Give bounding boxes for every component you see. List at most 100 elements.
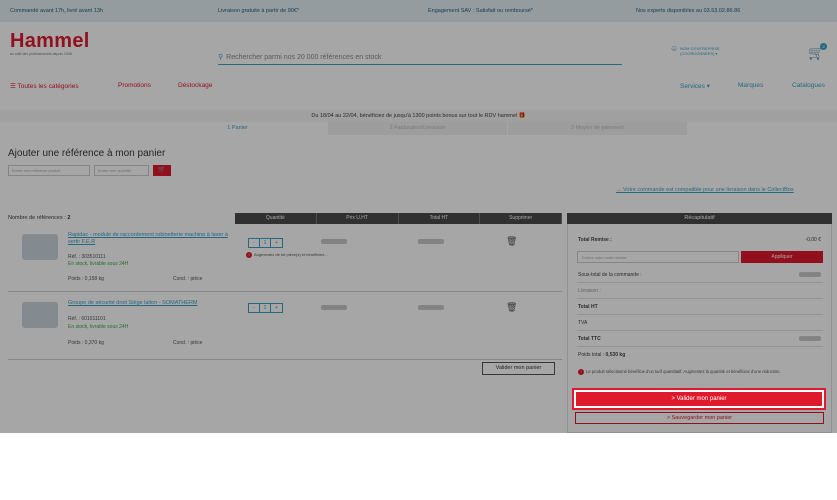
- divider: [577, 346, 823, 347]
- experts-info[interactable]: Nos experts disponibles au 03.53.02.86.8…: [636, 8, 740, 14]
- nav-all-categories[interactable]: ☰ Toutes les catégories: [10, 82, 79, 90]
- collectbox-link[interactable]: → Votre commande est compatible pour une…: [616, 187, 794, 193]
- warning-icon: !: [246, 252, 252, 258]
- product-cond: Cond. : pièce: [173, 276, 203, 282]
- unit-price-hidden: [321, 305, 347, 310]
- unit-price-hidden: [321, 239, 347, 244]
- nav-promotions[interactable]: Promotions: [118, 82, 151, 89]
- product-image[interactable]: [22, 234, 58, 260]
- divider: [577, 330, 823, 331]
- quantity-warning-text: Augmentez de ## pièce(s) et bénéficiez..…: [254, 252, 328, 257]
- search-input[interactable]: ⚲ Rechercher parmi nos 20 000 références…: [218, 45, 622, 65]
- minus-button[interactable]: -: [249, 239, 260, 247]
- divider: [577, 314, 823, 315]
- logo-tagline: au côté des professionnels depuis 1948: [10, 52, 72, 56]
- divider: [577, 282, 823, 283]
- summary-warning-text: Le produit sélectionné bénéficie d'un ta…: [586, 369, 781, 374]
- account-menu[interactable]: ☺ NOM D'ENTREPRISE (COORDONNÉES) ▾: [670, 45, 720, 57]
- delivery-label: Livraison :: [578, 288, 601, 294]
- reference-input[interactable]: Entrez une référence produit: [8, 165, 90, 176]
- quantity-value[interactable]: 1: [260, 239, 271, 247]
- product-cond: Cond. : pièce: [173, 340, 203, 346]
- cart-row: Groupe de sécurité droit Siège laiton - …: [8, 294, 562, 360]
- step-billing: 2 Facturation/Livraison: [328, 122, 508, 135]
- col-total: Total HT: [399, 213, 481, 224]
- product-stock: En stock, livrable sous 24H: [68, 324, 129, 330]
- nav-marques[interactable]: Marques: [738, 82, 763, 89]
- col-quantity: Quantité: [235, 213, 317, 224]
- total-hidden: [418, 305, 444, 310]
- sav-info: Engagement SAV : Satisfait ou remboursé*: [428, 8, 534, 14]
- quantity-value[interactable]: 1: [260, 304, 271, 312]
- cart-count-badge: 2: [820, 43, 828, 50]
- subtotal-hidden: [799, 272, 821, 277]
- promo-code-input[interactable]: Entrez votre code remise: [577, 251, 739, 263]
- total-hidden: [418, 239, 444, 244]
- reference-count-value: 2: [67, 215, 71, 221]
- reference-count: Nombre de références : 2: [8, 215, 70, 221]
- save-cart-button[interactable]: > Sauvegarder mon panier: [575, 412, 824, 424]
- nav-catalogues[interactable]: Catalogues: [792, 82, 825, 89]
- reference-count-label: Nombre de références :: [8, 215, 66, 221]
- product-weight: Poids : 0,158 kg: [68, 276, 104, 282]
- tva-label: TVA: [578, 320, 588, 326]
- product-name[interactable]: Groupe de sécurité droit Siège laiton - …: [68, 300, 228, 307]
- total-ht-label: Total HT: [578, 304, 598, 310]
- product-weight: Poids : 0,370 kg: [68, 340, 104, 346]
- summary-header: Récapitulatif: [567, 213, 832, 224]
- plus-button[interactable]: +: [271, 304, 282, 312]
- total-weight: Poids total : 0,530 kg: [578, 352, 625, 358]
- validate-cart-button[interactable]: > Valider mon panier: [572, 388, 826, 410]
- plus-button[interactable]: +: [271, 239, 282, 247]
- quantity-warning: ! Augmentez de ## pièce(s) et bénéficiez.…: [246, 252, 328, 258]
- step-cart: 1 Panier: [148, 122, 328, 135]
- trash-icon[interactable]: 🗑: [506, 236, 517, 247]
- total-ttc-hidden: [799, 336, 821, 341]
- subtotal-label: Sous-total de la commande :: [578, 272, 642, 278]
- warning-icon: !: [578, 369, 584, 375]
- blank-area: [0, 433, 837, 500]
- shipping-info: Livraison gratuite à partir de 90€*: [218, 8, 300, 14]
- validate-cart-small-button[interactable]: Valider mon panier: [482, 362, 555, 375]
- product-image[interactable]: [22, 302, 58, 328]
- cart-button[interactable]: 🛒 2: [808, 43, 828, 61]
- total-weight-value: 0,530 kg: [605, 352, 626, 358]
- search-placeholder: Rechercher parmi nos 20 000 références e…: [226, 54, 382, 61]
- cart-table-header: Quantité Prix U.HT Total HT Supprimer: [235, 213, 562, 224]
- product-name[interactable]: Rapidac - module de raccordement robinet…: [68, 232, 228, 246]
- trash-icon[interactable]: 🗑: [506, 302, 517, 313]
- cart-row: Rapidac - module de raccordement robinet…: [8, 226, 562, 292]
- total-weight-label: Poids total :: [578, 352, 605, 358]
- quantity-stepper[interactable]: - 1 +: [248, 238, 283, 248]
- quantity-stepper[interactable]: - 1 +: [248, 303, 283, 313]
- total-ttc-label: Total TTC: [578, 336, 601, 342]
- promo-banner[interactable]: Du 18/04 au 22/04, bénéficiez de jusqu'à…: [0, 110, 837, 122]
- add-to-cart-button[interactable]: 🛒: [153, 165, 171, 176]
- nav-services[interactable]: Services ▾: [680, 82, 710, 90]
- quantity-input[interactable]: Entrez une quantité: [94, 165, 149, 176]
- minus-button[interactable]: -: [249, 304, 260, 312]
- top-info-bar: Commandé avant 17h, livré avant 13h Livr…: [0, 0, 837, 22]
- validate-cart-label: > Valider mon panier: [576, 392, 822, 406]
- search-icon: ⚲: [218, 54, 224, 61]
- col-delete: Supprimer: [480, 213, 562, 224]
- main-nav: ☰ Toutes les catégories Promotions Désto…: [0, 82, 837, 98]
- cart-icon: 🛒: [158, 167, 166, 173]
- apply-promo-button[interactable]: Appliquer: [741, 251, 823, 263]
- step-payment: 3 Moyen de paiement: [508, 122, 688, 135]
- product-ref: Réf. : 303510111: [68, 254, 106, 260]
- nav-destockage[interactable]: Déstockage: [178, 82, 212, 89]
- logo[interactable]: Hammel: [10, 30, 90, 53]
- add-reference-title: Ajouter une référence à mon panier: [8, 148, 166, 159]
- cart-page: Commandé avant 17h, livré avant 13h Livr…: [0, 0, 837, 433]
- summary-warning: ! Le produit sélectionné bénéficie d'un t…: [578, 369, 823, 375]
- add-reference-form: Entrez une référence produit Entrez une …: [8, 165, 171, 176]
- divider: [577, 298, 823, 299]
- col-unit-price: Prix U.HT: [317, 213, 399, 224]
- discount-value: -0,00 €: [805, 237, 821, 243]
- product-stock: En stock, livrable sous 24H: [68, 261, 129, 267]
- product-ref: Réf. : 601011101: [68, 316, 106, 322]
- discount-label: Total Remise :: [578, 237, 612, 243]
- order-info: Commandé avant 17h, livré avant 13h: [10, 8, 103, 14]
- user-icon: ☺: [670, 44, 679, 53]
